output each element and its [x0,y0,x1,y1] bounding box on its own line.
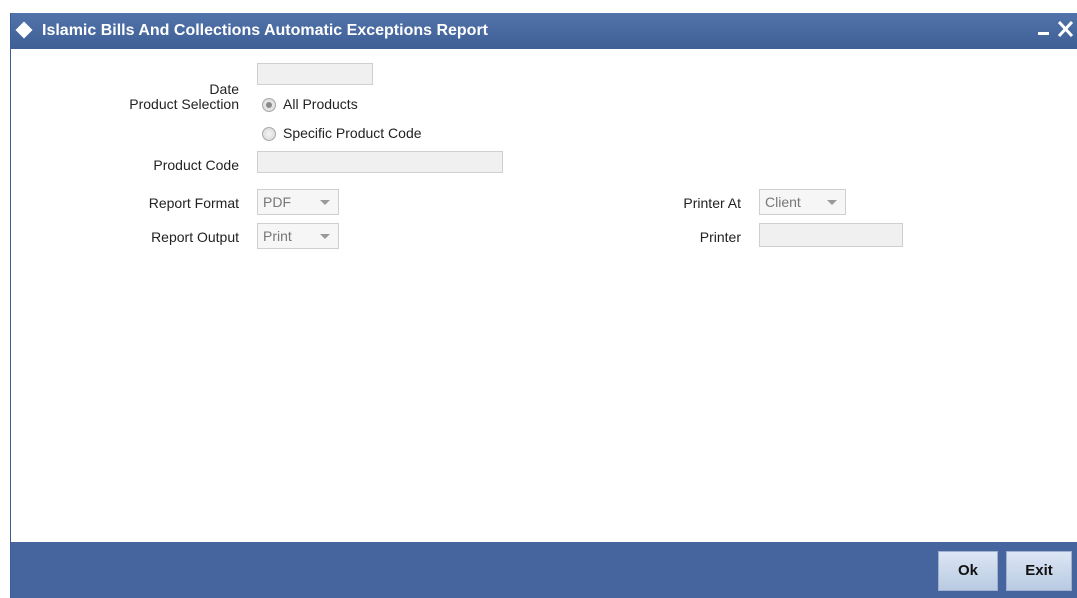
minimize-icon[interactable] [1038,32,1049,35]
product-code-label: Product Code [153,157,239,173]
radio-all-products-label: All Products [283,96,358,112]
chevron-down-icon [320,200,330,205]
report-window: Islamic Bills And Collections Automatic … [10,13,1077,598]
product-selection-label: Product Selection [129,96,239,112]
report-format-select[interactable]: PDF [257,189,339,215]
chevron-down-icon [320,234,330,239]
radio-specific-product-code[interactable] [262,127,276,141]
report-output-value: Print [263,228,292,244]
radio-selected-dot [266,102,272,108]
window-title: Islamic Bills And Collections Automatic … [42,22,489,39]
footer-bar: Ok Exit [11,542,1077,598]
date-label: Date [209,81,239,97]
printer-label: Printer [699,229,741,245]
diamond-icon [15,21,33,39]
printer-field[interactable] [759,223,903,247]
close-icon[interactable] [1056,16,1076,42]
product-code-field[interactable] [257,151,503,173]
report-output-label: Report Output [151,229,239,245]
report-format-label: Report Format [148,195,239,211]
title-bar: Islamic Bills And Collections Automatic … [11,13,1077,49]
report-output-select[interactable]: Print [257,223,339,249]
radio-all-products[interactable] [262,98,276,112]
printer-at-select[interactable]: Client [759,189,846,215]
report-format-value: PDF [263,194,291,210]
printer-at-value: Client [765,194,801,210]
exit-button[interactable]: Exit [1006,551,1072,591]
printer-at-label: Printer At [683,195,741,211]
date-field[interactable] [257,63,373,85]
ok-button[interactable]: Ok [938,551,998,591]
chevron-down-icon [827,200,837,205]
radio-specific-product-code-label: Specific Product Code [283,125,422,141]
